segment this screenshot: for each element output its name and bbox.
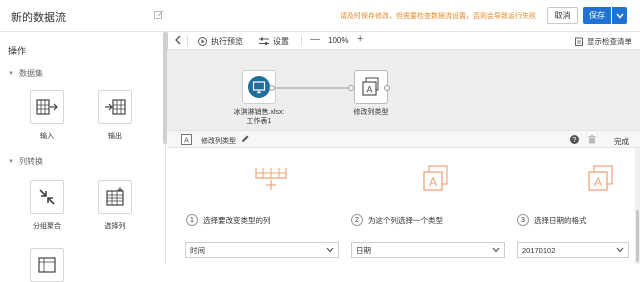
settings-icon — [259, 37, 269, 45]
svg-text:A: A — [184, 138, 189, 145]
section-label: 列转换 — [18, 157, 43, 166]
node-source[interactable]: 冰淇淋销售.xlsx: 工作表1 — [229, 70, 289, 126]
node-label-line2: 工作表1 — [246, 118, 272, 125]
save-warning: 请及时保存修改，但需要检查数据流设置，否则会导致运行失败 — [340, 13, 536, 20]
zoom-in-icon[interactable]: + — [357, 33, 363, 45]
type-select[interactable]: 日期 — [351, 242, 505, 258]
chevron-down-icon — [616, 247, 624, 253]
main-area: 执行预览 设置 — 100% + 显示检查清单 冰淇淋销售.xlsx: 工作表1… — [167, 32, 640, 264]
tool-input[interactable]: 输入 — [22, 90, 72, 141]
step-2: 2 为这个列选择一个类型 — [351, 214, 443, 226]
section-label: 数据集 — [18, 69, 43, 78]
panel-scrollbar-thumb[interactable] — [636, 210, 639, 262]
step-number: 3 — [517, 214, 529, 226]
settings-label: 设置 — [273, 37, 289, 46]
chevron-down-icon — [492, 247, 500, 253]
step-number: 1 — [186, 214, 198, 226]
tool-group-aggregate[interactable]: 分组聚合 — [22, 180, 72, 231]
run-preview-button[interactable]: 执行预览 — [198, 36, 243, 47]
caret-down-icon: ▼ — [8, 70, 14, 77]
step-label: 选择日期的格式 — [534, 215, 587, 225]
caret-down-icon: ▼ — [8, 158, 14, 165]
checklist-label: 显示检查清单 — [587, 37, 632, 46]
node-label: 冰淇淋销售.xlsx: — [233, 109, 285, 116]
tool-select-columns[interactable]: 选择列 — [90, 180, 140, 231]
run-preview-label: 执行预览 — [211, 37, 243, 46]
step-3: 3 选择日期的格式 — [517, 214, 587, 226]
select-columns-icon — [106, 187, 124, 206]
help-icon[interactable]: ? — [570, 135, 579, 144]
checklist-icon — [575, 37, 583, 46]
node-change-type[interactable]: A 修改列类型 — [341, 70, 401, 117]
chevron-down-icon — [615, 13, 624, 19]
column-select-value: 时间 — [190, 245, 205, 255]
output-port[interactable] — [269, 85, 275, 91]
tool-label: 输出 — [108, 133, 122, 140]
sidebar-title: 操作 — [8, 46, 27, 56]
svg-text:?: ? — [573, 137, 577, 144]
column-select-icon — [255, 168, 287, 190]
zoom-out-icon[interactable]: — — [310, 34, 320, 45]
step-label: 选择要改变类型的列 — [203, 215, 271, 225]
svg-text:A: A — [594, 175, 602, 189]
trash-icon[interactable] — [588, 135, 596, 144]
edit-icon[interactable] — [154, 10, 164, 20]
done-button[interactable]: 完成 — [614, 136, 629, 147]
table-icon — [38, 257, 56, 273]
tool-output[interactable]: 输出 — [90, 90, 140, 141]
change-type-icon: A — [181, 134, 192, 145]
node-label: 修改列类型 — [353, 109, 389, 116]
svg-text:A: A — [366, 85, 372, 95]
settings-button[interactable]: 设置 — [259, 36, 289, 47]
change-type-icon: A — [362, 77, 379, 96]
show-checklist-button[interactable]: 显示检查清单 — [575, 36, 632, 47]
step-number: 2 — [351, 214, 363, 226]
step-1: 1 选择要改变类型的列 — [186, 214, 271, 226]
zoom-level: 100% — [328, 36, 349, 45]
tool-more[interactable] — [22, 248, 72, 282]
pencil-icon[interactable] — [241, 135, 249, 143]
output-port[interactable] — [384, 85, 390, 91]
group-aggregate-icon — [39, 189, 55, 205]
type-select-value: 日期 — [356, 245, 371, 255]
section-dataset[interactable]: ▼ 数据集 — [8, 68, 43, 79]
save-button[interactable]: 保存 — [583, 7, 611, 24]
chevron-down-icon — [326, 247, 334, 253]
input-icon — [36, 99, 58, 115]
output-icon — [105, 99, 126, 115]
cancel-button[interactable]: 取消 — [547, 7, 578, 24]
collapse-sidebar-icon[interactable] — [174, 35, 182, 47]
tool-label: 输入 — [40, 133, 54, 140]
dataflow-title[interactable]: 新的数据流 — [11, 9, 66, 25]
canvas-toolbar: 执行预览 设置 — 100% + 显示检查清单 — [167, 32, 640, 50]
tool-label: 选择列 — [104, 223, 126, 230]
date-format-select[interactable]: 20170102 — [517, 242, 629, 258]
save-dropdown-button[interactable] — [612, 7, 627, 24]
date-format-value: 20170102 — [522, 245, 556, 255]
input-port[interactable] — [348, 85, 354, 91]
monitor-icon — [248, 76, 270, 98]
operations-sidebar: 操作 ▼ 数据集 输入 输出 ▼ 列转换 分组聚合 选择列 — [0, 32, 166, 282]
step-panel: A A 1 选择要改变类型的列 2 为这个列选择一个类型 3 选择日期的格式 时… — [167, 148, 640, 264]
svg-text:A: A — [429, 175, 437, 189]
date-format-icon: A — [588, 165, 613, 191]
section-column-transform[interactable]: ▼ 列转换 — [8, 156, 43, 167]
panel-title: 修改列类型 — [201, 138, 236, 145]
column-select[interactable]: 时间 — [185, 242, 339, 258]
step-panel-header: A 修改列类型 ? 完成 — [167, 130, 640, 148]
top-bar: 新的数据流 请及时保存修改，但需要检查数据流设置，否则会导致运行失败 取消 保存 — [0, 0, 640, 32]
play-icon — [198, 37, 207, 46]
step-label: 为这个列选择一个类型 — [368, 215, 443, 225]
tool-label: 分组聚合 — [33, 223, 61, 230]
change-type-step-icon: A — [423, 165, 448, 191]
flow-canvas[interactable]: 冰淇淋销售.xlsx: 工作表1 A 修改列类型 — [167, 50, 640, 130]
